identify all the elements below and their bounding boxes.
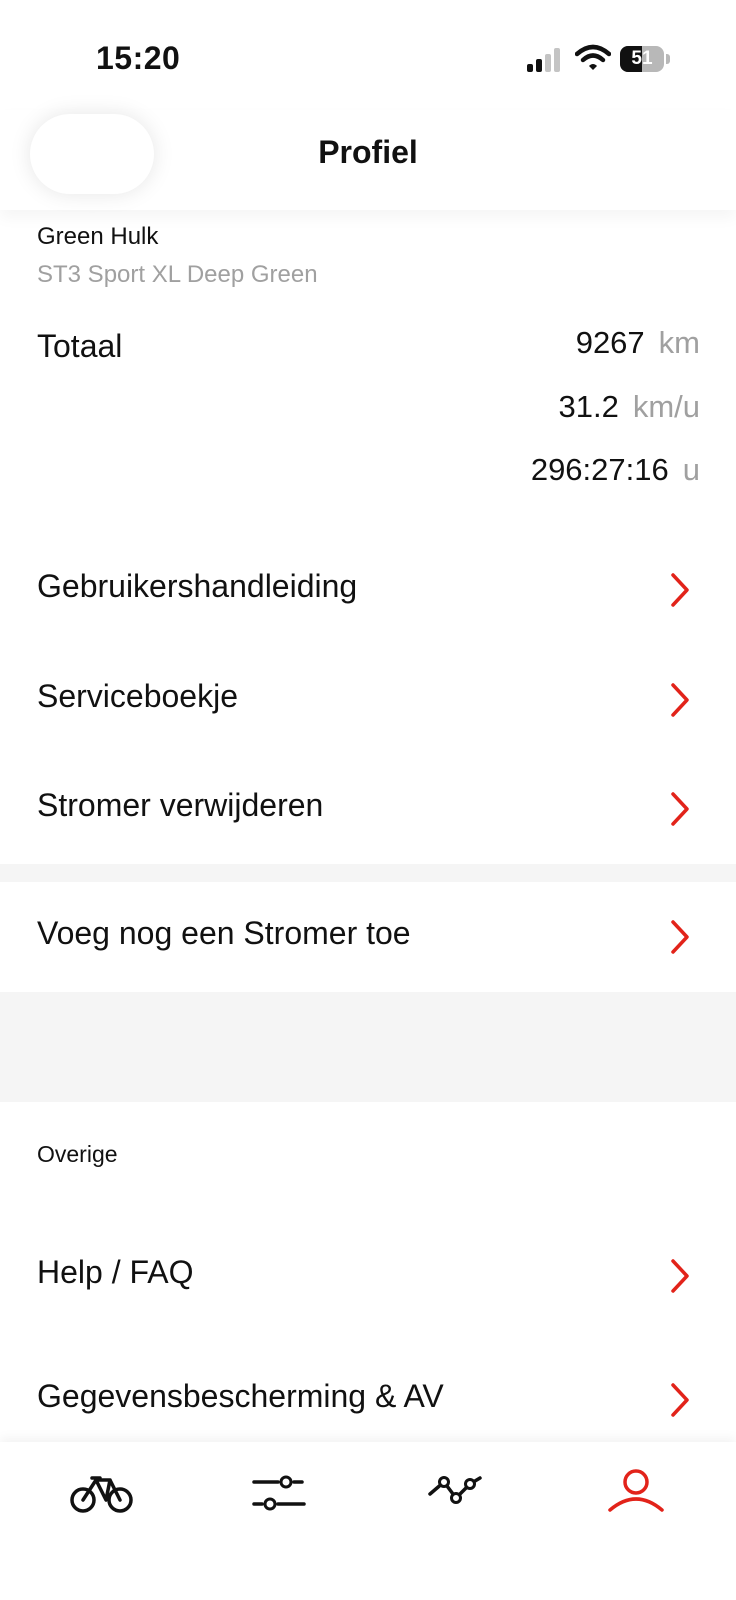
battery-level: 51 [631, 48, 653, 69]
menu-item-label: Gegevensbescherming & AV [37, 1378, 444, 1414]
section-divider [0, 864, 736, 882]
total-duration-unit: u [682, 452, 700, 487]
total-label: Totaal [37, 328, 123, 364]
total-distance-unit: km [658, 325, 700, 360]
chevron-right-icon [671, 920, 689, 954]
menu-item-label: Serviceboekje [37, 678, 238, 714]
menu-item-label: Gebruikershandleiding [37, 568, 358, 604]
menu-item-label: Help / FAQ [37, 1254, 194, 1290]
total-distance: 9267 km [576, 325, 700, 361]
settings-sliders-icon[interactable] [244, 1468, 316, 1518]
total-duration: 296:27:16 u [531, 452, 700, 488]
menu-item-service-book[interactable]: Serviceboekje [0, 650, 736, 750]
status-bar: 15:20 51 [0, 0, 736, 110]
total-duration-value: 296:27:16 [530, 452, 669, 487]
profile-icon[interactable] [600, 1468, 672, 1518]
chevron-right-icon [671, 1383, 689, 1417]
average-speed: 31.2 km/u [558, 389, 700, 425]
tab-bar [0, 1442, 736, 1600]
menu-item-add-stromer[interactable]: Voeg nog een Stromer toe [0, 887, 736, 987]
trips-route-icon[interactable] [420, 1468, 492, 1518]
signal-icon [527, 48, 560, 72]
battery-icon: 51 [620, 46, 670, 72]
menu-item-user-manual[interactable]: Gebruikershandleiding [0, 540, 736, 640]
menu-item-label: Voeg nog een Stromer toe [37, 915, 411, 951]
wifi-icon [575, 44, 611, 70]
profile-screen: 15:20 51 Profiel Green Hulk ST3 Sport XL… [0, 0, 736, 1600]
bike-icon[interactable] [66, 1468, 138, 1518]
average-speed-value: 31.2 [558, 389, 619, 424]
section-label-other: Overige [37, 1141, 118, 1167]
chevron-right-icon [671, 1259, 689, 1293]
page-title: Profiel [318, 134, 418, 170]
menu-item-label: Stromer verwijderen [37, 787, 324, 823]
total-distance-value: 9267 [575, 325, 645, 360]
chevron-right-icon [671, 573, 689, 607]
chevron-right-icon [671, 792, 689, 826]
section-divider [0, 992, 736, 1102]
status-time: 15:20 [96, 40, 181, 76]
chevron-right-icon [671, 683, 689, 717]
menu-item-remove-stromer[interactable]: Stromer verwijderen [0, 759, 736, 859]
bike-name: Green Hulk [37, 223, 159, 250]
average-speed-unit: km/u [632, 389, 700, 424]
bike-model: ST3 Sport XL Deep Green [37, 261, 318, 288]
menu-item-help-faq[interactable]: Help / FAQ [0, 1226, 736, 1326]
menu-item-privacy-terms[interactable]: Gegevensbescherming & AV [0, 1350, 736, 1450]
header: Profiel [0, 110, 736, 210]
